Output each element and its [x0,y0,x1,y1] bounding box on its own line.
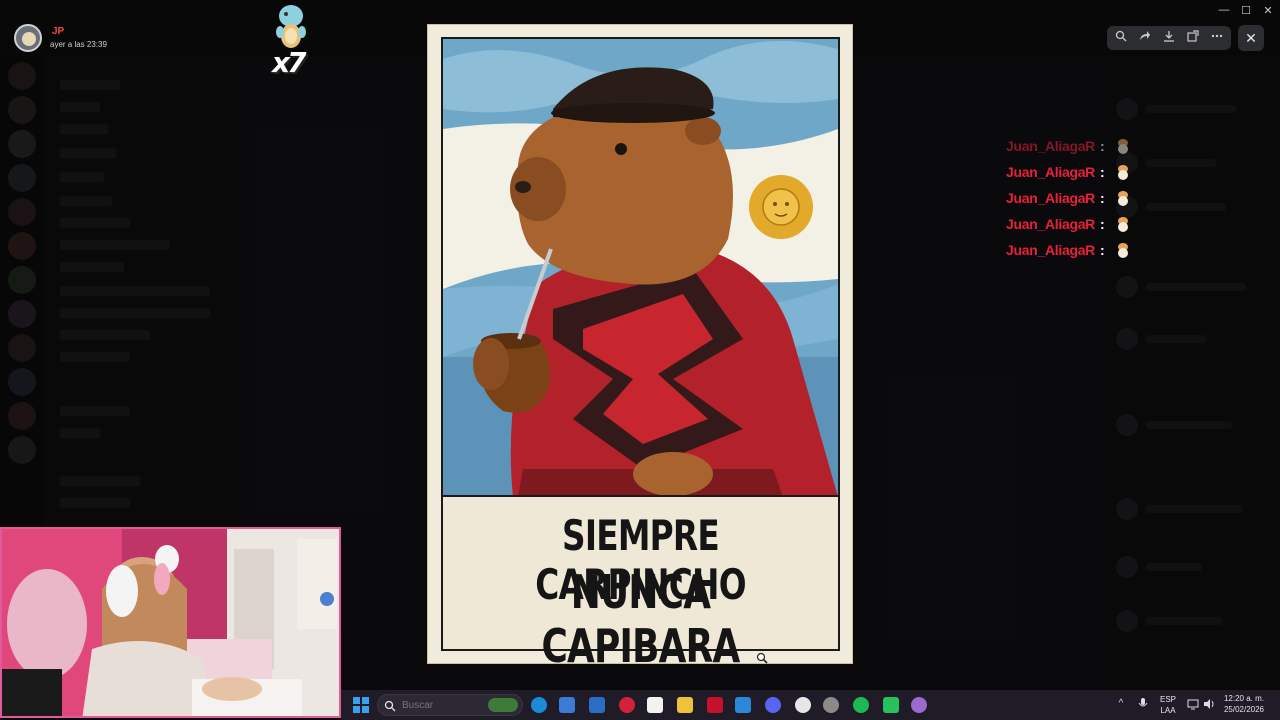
language-variant[interactable]: LAA [1157,706,1179,715]
snipping-tool-icon[interactable] [647,697,663,713]
edge-icon[interactable] [531,697,547,713]
chat-separator: : [1100,242,1105,258]
mail-icon[interactable] [589,697,605,713]
image-preview[interactable]: SIEMPRE CARPINCHO NUNCA CAPIBARA [427,24,853,673]
chat-username: Juan_AliagaR [1006,242,1095,258]
discord-icon[interactable] [765,697,781,713]
chevron-up-icon[interactable]: ^ [1115,698,1127,710]
chat-separator: : [1100,164,1105,180]
app-icon[interactable] [735,697,751,713]
volume-icon[interactable] [1203,698,1215,710]
chat-separator: : [1100,190,1105,206]
download-icon[interactable] [1161,30,1177,46]
chat-separator: : [1100,138,1105,154]
open-external-icon[interactable] [1185,30,1201,46]
microphone-icon[interactable] [1137,698,1149,710]
author-name[interactable]: JP [52,26,64,37]
chat-username: Juan_AliagaR [1006,216,1095,232]
chat-message: Juan_AliagaR : [1006,214,1146,234]
emote-icon [1116,164,1130,180]
maximize-button[interactable]: ☐ [1236,4,1256,18]
clock-time[interactable]: 12:20 a. m. [1221,694,1267,703]
network-icon[interactable] [1187,698,1199,710]
zoom-icon[interactable] [1113,30,1129,46]
opera-icon[interactable] [619,697,635,713]
windows-start-icon[interactable] [353,697,369,713]
capybara-illustration [443,39,838,497]
chat-message: Juan_AliagaR : [1006,136,1146,156]
poster-line-2: NUNCA CAPIBARA [541,565,740,673]
search-input[interactable] [402,698,486,712]
emote-icon [1116,216,1130,232]
search-icon [384,699,396,712]
webcam-feed [0,527,341,718]
netflix-icon[interactable] [707,697,723,713]
minimize-button[interactable]: — [1214,4,1234,18]
window-close-button[interactable]: ✕ [1258,4,1278,18]
language-indicator[interactable]: ESP [1157,695,1179,704]
emote-icon [1116,242,1130,258]
spotify-icon[interactable] [853,697,869,713]
chat-app-icon[interactable] [883,697,899,713]
steam-icon[interactable] [823,697,839,713]
chat-message: Juan_AliagaR : [1006,188,1146,208]
file-explorer-icon[interactable] [677,697,693,713]
emote-icon [1116,190,1130,206]
zoom-cursor-icon [756,651,768,664]
forward-icon[interactable] [1137,30,1153,46]
taskbar-search[interactable] [377,694,523,716]
close-viewer-button[interactable]: ✕ [1238,25,1264,51]
chat-separator: : [1100,216,1105,232]
chat-message: Juan_AliagaR : [1006,162,1146,182]
chat-message: Juan_AliagaR : [1006,240,1146,260]
image-author: JP ayer a las 23:39 [14,24,214,56]
avatar[interactable] [14,24,42,52]
windows-taskbar: ^ ESP LAA 12:20 a. m. 25/02/2026 [341,690,1280,720]
obs-icon[interactable] [795,697,811,713]
poster-frame: SIEMPRE CARPINCHO NUNCA CAPIBARA [441,37,840,673]
twitch-icon[interactable] [911,697,927,713]
image-viewer-toolbar [1107,26,1231,50]
clock-date[interactable]: 25/02/2026 [1221,705,1267,714]
chat-username: Juan_AliagaR [1006,164,1095,180]
sticker-multiplier: x7 [272,46,307,79]
message-timestamp: ayer a las 23:39 [50,40,107,49]
store-icon[interactable] [559,697,575,713]
more-icon[interactable] [1209,30,1225,46]
search-highlight-icon [488,698,518,712]
chat-username: Juan_AliagaR [1006,138,1095,154]
emote-icon [1116,138,1130,154]
chat-username: Juan_AliagaR [1006,190,1095,206]
